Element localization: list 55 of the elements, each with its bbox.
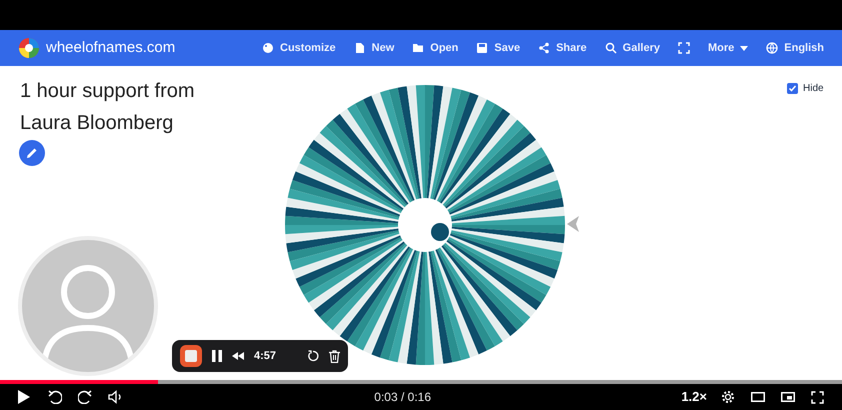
share-icon bbox=[538, 42, 550, 54]
speed-button[interactable]: 1.2× bbox=[681, 387, 707, 407]
fullscreen-button[interactable] bbox=[810, 390, 824, 404]
settings-icon bbox=[720, 390, 735, 404]
stop-icon bbox=[185, 350, 197, 362]
fullscreen-icon bbox=[678, 42, 690, 54]
edit-button[interactable] bbox=[19, 140, 45, 166]
pencil-icon bbox=[26, 147, 38, 159]
forward-icon bbox=[78, 390, 92, 404]
nav-button[interactable]: Gallery bbox=[604, 40, 660, 56]
play-button[interactable] bbox=[18, 390, 30, 404]
rewind-icon bbox=[232, 352, 244, 360]
forward-button[interactable] bbox=[78, 390, 92, 404]
wheel-drawing[interactable] bbox=[285, 85, 565, 365]
stop-button[interactable] bbox=[180, 345, 202, 367]
globe-icon bbox=[766, 42, 778, 54]
nav-button[interactable]: Open bbox=[412, 40, 458, 56]
folder-icon bbox=[412, 42, 424, 54]
wheel-logo-icon bbox=[18, 37, 40, 59]
caret-icon bbox=[740, 46, 748, 50]
search-icon bbox=[604, 42, 617, 54]
pause-icon bbox=[212, 350, 222, 362]
nav-button[interactable]: New bbox=[354, 40, 394, 56]
theater-button[interactable] bbox=[750, 392, 765, 402]
miniplayer-button[interactable] bbox=[780, 392, 795, 402]
logo-link[interactable]: wheelofnames.com bbox=[18, 36, 176, 60]
rewind-button[interactable] bbox=[232, 352, 244, 360]
play-icon bbox=[18, 390, 30, 404]
rectangle-icon bbox=[750, 392, 765, 402]
nav-button[interactable]: Share bbox=[538, 40, 587, 56]
delete-button[interactable] bbox=[329, 350, 340, 362]
restart-icon bbox=[307, 350, 319, 362]
trash-icon bbox=[329, 350, 340, 362]
time-display: 0:03 / 0:16 bbox=[374, 389, 432, 406]
nav-button[interactable]: More bbox=[708, 40, 748, 56]
pause-button[interactable] bbox=[212, 350, 222, 362]
save-icon bbox=[476, 42, 488, 54]
progress-track[interactable] bbox=[0, 380, 842, 384]
nav-button[interactable]: English bbox=[766, 40, 824, 56]
nav-button[interactable]: Save bbox=[476, 40, 520, 56]
checkbox-label: Hide bbox=[803, 82, 824, 96]
title-text: 1 hour support from bbox=[20, 79, 195, 104]
pointer-icon bbox=[567, 216, 579, 232]
checkbox[interactable] bbox=[787, 83, 798, 94]
palette-icon bbox=[262, 42, 274, 54]
replay-icon bbox=[48, 390, 62, 404]
restart-button[interactable] bbox=[307, 350, 319, 362]
rewind-button[interactable] bbox=[48, 390, 62, 404]
miniplayer-icon bbox=[780, 392, 795, 402]
title-text: Laura Bloomberg bbox=[20, 111, 174, 136]
settings-button[interactable] bbox=[720, 390, 735, 404]
document-icon bbox=[354, 42, 366, 54]
fullscreen-icon bbox=[810, 390, 824, 404]
recording-time: 4:57 bbox=[254, 348, 276, 364]
nav-button[interactable]: Customize bbox=[262, 40, 336, 56]
